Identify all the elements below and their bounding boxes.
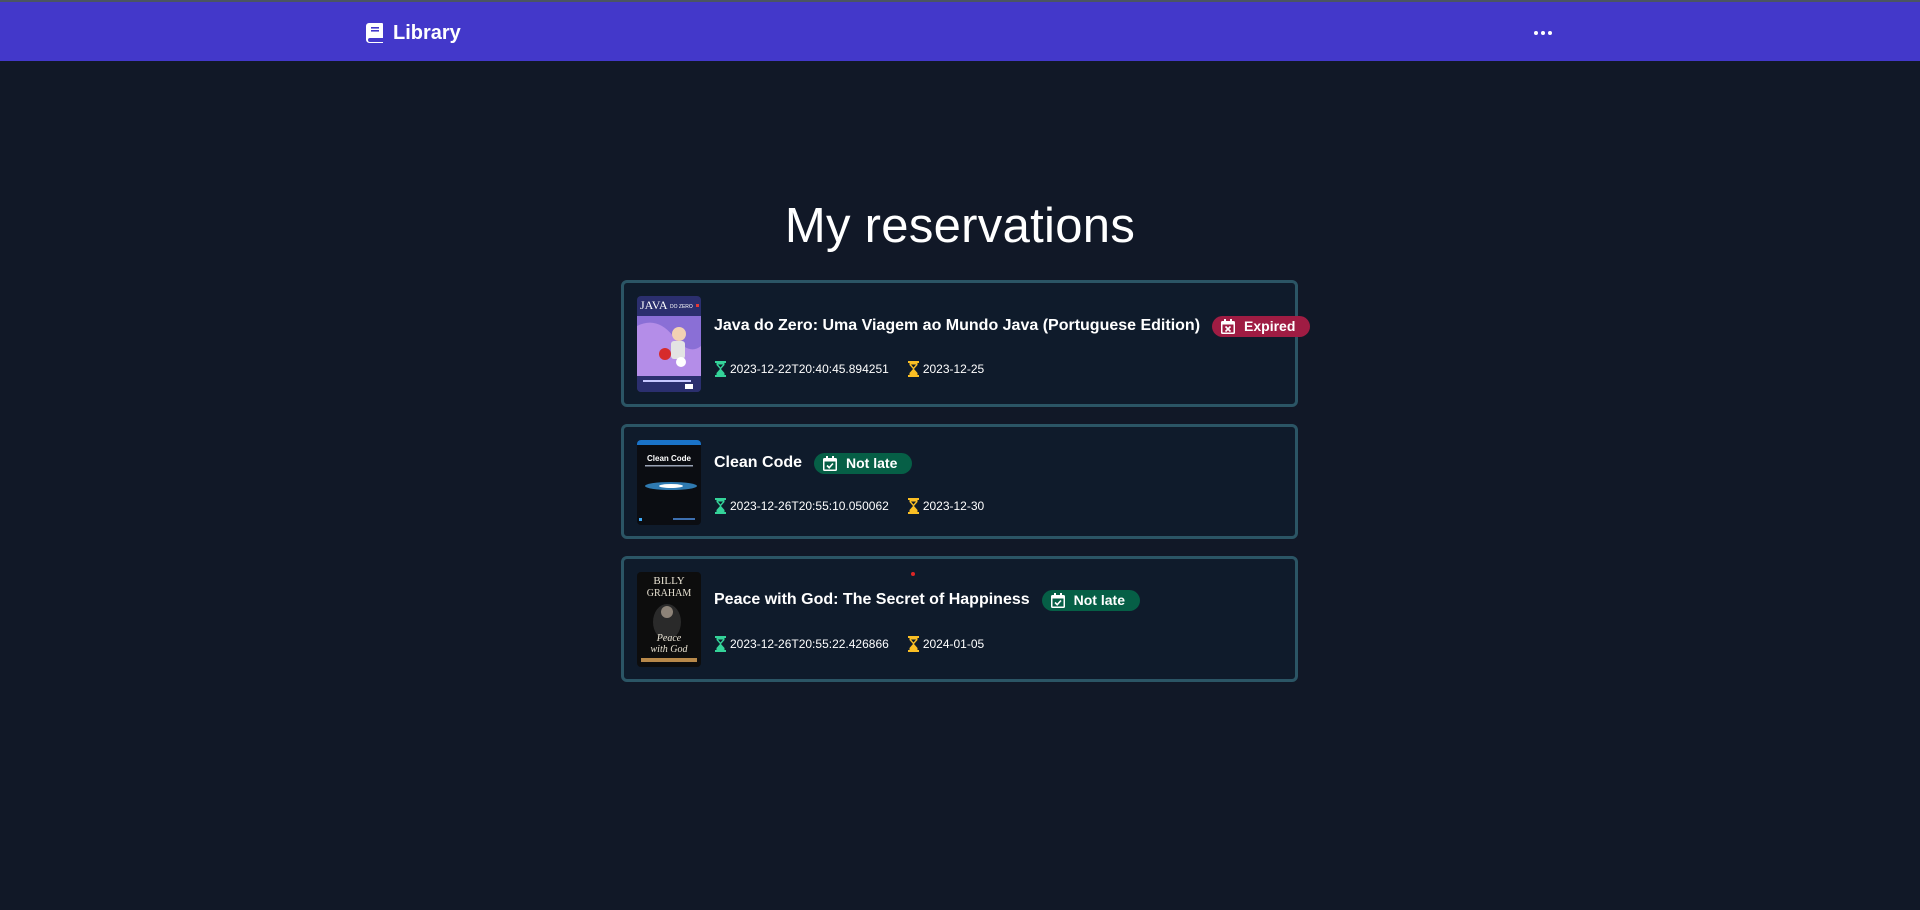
reservation-card[interactable]: Clean Code Clean Code Not late 2023-12-2… [621,424,1298,539]
cursor-dot [911,572,915,576]
cover-title-line2: with God [651,644,689,655]
reservation-card[interactable]: BILLY GRAHAM Peace with God Peace with G… [621,556,1298,682]
hourglass-end-icon [907,636,919,652]
due-date-value: 2024-01-05 [922,637,985,651]
reserved-at: 2023-12-22T20:40:45.894251 [715,361,889,377]
hourglass-end-icon [907,361,919,377]
due-date: 2023-12-30 [907,498,985,514]
reservation-title-row: Java do Zero: Uma Viagem ao Mundo Java (… [714,315,1311,337]
due-date: 2023-12-25 [907,361,985,377]
ellipsis-icon [1534,31,1538,35]
ellipsis-icon-dot [1541,31,1545,35]
cover-heading: JAVA [640,298,668,312]
reserved-at: 2023-12-26T20:55:10.050062 [715,498,889,514]
page-title: My reservations [784,199,1136,253]
clean-code-book-cover-image: Clean Code [637,440,701,525]
ellipsis-icon-dot [1548,31,1552,35]
reservation-card[interactable]: JAVA DO ZERO Java do Zero: Uma Viagem ao… [621,280,1311,407]
book-title: Java do Zero: Uma Viagem ao Mundo Java (… [714,317,1201,334]
reserved-at: 2023-12-26T20:55:22.426866 [715,636,889,652]
brand-link[interactable]: Library [366,20,461,46]
status-label: Not late [1073,592,1125,608]
status-label: Expired [1244,318,1296,334]
cover-author-last: GRAHAM [647,588,692,599]
cover-subheading: DO ZERO [670,304,693,310]
java-book-cover-image: JAVA DO ZERO [637,296,701,392]
hourglass-end-icon [907,498,919,514]
brand-name: Library [393,21,461,44]
top-navbar: Library [0,2,1920,61]
hourglass-start-icon [715,498,726,514]
calendar-check-icon [823,455,838,471]
calendar-check-icon [1050,592,1065,608]
peace-with-god-book-cover-image: BILLY GRAHAM Peace with God [637,572,701,667]
due-date-value: 2023-12-25 [922,362,985,376]
reserved-at-value: 2023-12-26T20:55:10.050062 [730,499,889,513]
book-title: Peace with God: The Secret of Happiness [714,591,1030,608]
reserved-at-value: 2023-12-22T20:40:45.894251 [730,362,889,376]
book-title: Clean Code [714,454,803,471]
reservation-dates: 2023-12-26T20:55:22.426866 2024-01-05 [715,635,984,653]
reserved-at-value: 2023-12-26T20:55:22.426866 [730,637,889,651]
cover-author-first: BILLY [653,575,684,587]
book-cover: Clean Code [637,440,701,525]
hourglass-start-icon [715,361,726,377]
cover-heading: Clean Code [647,454,692,463]
status-badge: Expired [1212,315,1311,337]
hourglass-start-icon [715,636,726,652]
reservation-title-row: Clean Code Not late [714,452,913,474]
due-date-value: 2023-12-30 [922,499,985,513]
book-cover: JAVA DO ZERO [637,296,701,392]
due-date: 2024-01-05 [907,636,985,652]
calendar-x-icon [1221,318,1236,334]
status-badge: Not late [814,452,913,474]
book-icon [366,23,383,43]
book-cover: BILLY GRAHAM Peace with God [637,572,701,667]
reservation-dates: 2023-12-26T20:55:10.050062 2023-12-30 [715,497,984,515]
cover-title-line1: Peace [656,633,682,644]
more-menu-button[interactable] [1528,20,1558,46]
reservation-title-row: Peace with God: The Secret of Happiness … [714,589,1140,611]
status-badge: Not late [1041,589,1140,611]
reservation-dates: 2023-12-22T20:40:45.894251 2023-12-25 [715,360,984,378]
status-label: Not late [846,455,898,471]
